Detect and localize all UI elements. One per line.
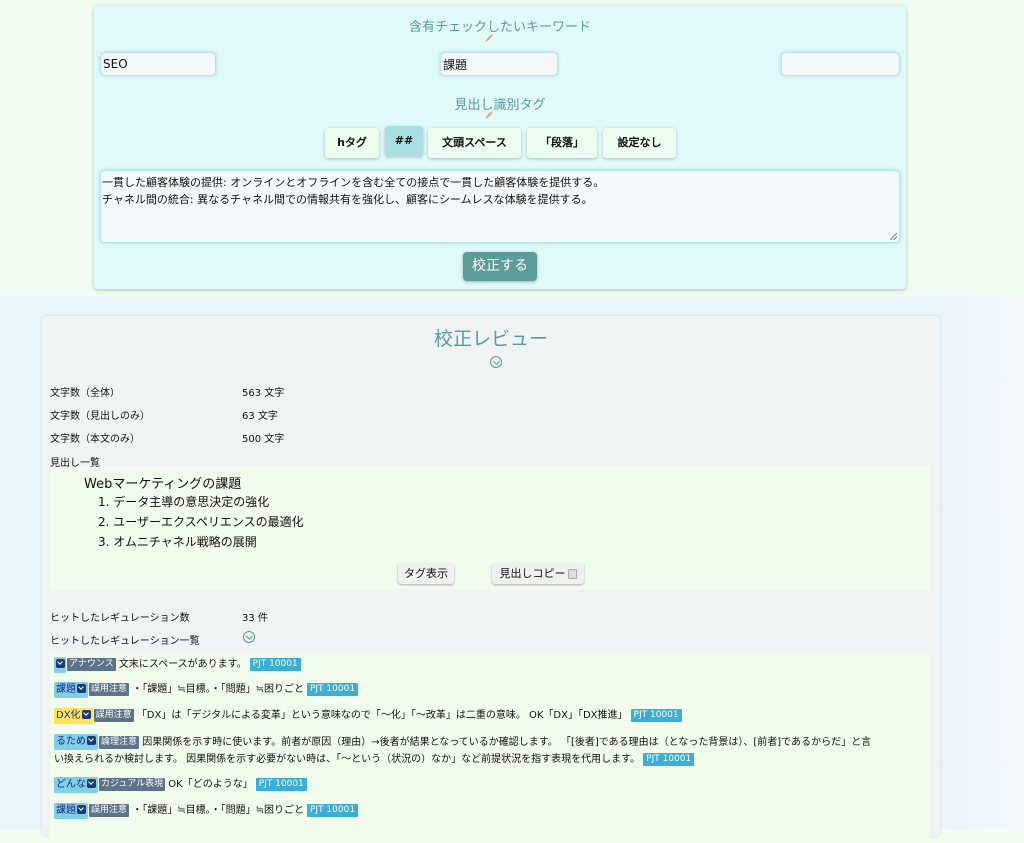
- regulation-message: ・「課題」≒目標。・「問題」≒困りごと: [132, 684, 304, 695]
- category-badge: カジュアル表現: [99, 778, 166, 791]
- heading-tag-title: 見出し識別タグ: [454, 98, 546, 113]
- word-dropdown[interactable]: [54, 657, 66, 673]
- word-dropdown[interactable]: 課題: [54, 803, 88, 819]
- hit-count-value: 33 件: [242, 613, 268, 624]
- category-badge: 論理注意: [99, 736, 140, 749]
- word-dropdown[interactable]: 課題: [54, 682, 88, 698]
- regulation-message: OK「どのような」: [168, 779, 253, 790]
- code-badge: PJT 10001: [306, 804, 359, 817]
- text-input-area[interactable]: 一貫した顧客体験の提供: オンラインとオフラインを含む全ての接点で一貫した顧客体…: [100, 170, 900, 243]
- regulation-message: 「DX」は「デジタルによる変革」という意味なので「〜化」「〜改革」は二重の意味。…: [136, 710, 628, 721]
- category-badge: アナウンス: [67, 658, 116, 671]
- keyword-input-2[interactable]: [440, 52, 558, 76]
- category-badge: 誤用注意: [89, 804, 130, 817]
- chevron-down-icon: [87, 736, 96, 745]
- copy-icon: [567, 569, 577, 579]
- copy-headings-button[interactable]: 見出しコピー: [492, 563, 584, 584]
- keyword-input-1[interactable]: [100, 52, 216, 76]
- review-title: 校正レビュー: [433, 328, 548, 350]
- stat-value-headings: 63 文字: [242, 411, 278, 422]
- heading-item: 1. データ主導の意思決定の強化: [98, 495, 270, 509]
- category-badge: 誤用注意: [93, 709, 134, 722]
- regulation-row: アナウンス 文末にスペースがあります。 PJT 10001: [54, 657, 301, 673]
- regulation-message-cont: い換えられるか検討します。 因果関係を示す必要がない時は、「〜という（状況の）な…: [54, 754, 641, 765]
- chevron-down-icon: [87, 779, 96, 788]
- review-panel: 校正レビュー 文字数（全体） 563 文字 文字数（見出しのみ） 63 文字 文…: [42, 316, 940, 843]
- leaf-icon: [485, 34, 493, 42]
- code-badge: PJT 10001: [630, 709, 682, 722]
- regulation-message: 文末にスペースがあります。: [118, 659, 247, 670]
- regulation-row: るため 論理注意 因果関係を示す時に使います。前者が原因（理由）→後者が結果となっ…: [54, 734, 926, 768]
- regulation-message: ・「課題」≒目標。・「問題」≒困りごと: [132, 805, 304, 816]
- proofread-button[interactable]: 校正する: [463, 252, 537, 281]
- matched-word: どんな: [56, 779, 86, 790]
- word-dropdown[interactable]: どんな: [54, 777, 98, 793]
- tag-option-h-tag[interactable]: hタグ: [325, 128, 379, 158]
- code-badge: PJT 10001: [643, 753, 695, 766]
- category-badge: 誤用注意: [89, 683, 130, 696]
- word-dropdown[interactable]: DX化: [54, 708, 93, 724]
- resize-handle[interactable]: [890, 233, 897, 240]
- regulation-row: どんな カジュアル表現 OK「どのような」 PJT 10001: [54, 777, 307, 793]
- keywords-title: 含有チェックしたいキーワード: [408, 20, 591, 35]
- regulation-row: 課題 誤用注意 ・「課題」≒目標。・「問題」≒困りごと PJT 10001: [54, 682, 359, 698]
- tag-display-button[interactable]: タグ表示: [398, 563, 454, 584]
- matched-word: るため: [56, 736, 86, 747]
- code-badge: PJT 10001: [249, 658, 301, 671]
- heading-main: Webマーケティングの課題: [84, 477, 242, 492]
- text-line: 一貫した顧客体験の提供: オンラインとオフラインを含む全ての接点で一貫した顧客体…: [102, 176, 605, 189]
- regulation-row: 課題 誤用注意 ・「課題」≒目標。・「問題」≒困りごと PJT 10001: [54, 803, 359, 819]
- chevron-down-icon: [81, 710, 91, 719]
- matched-word: 課題: [56, 684, 76, 695]
- regulation-list: アナウンス 文末にスペースがあります。 PJT 10001 課題 誤用注意 ・「課題…: [50, 653, 930, 843]
- lower-background-fade: [940, 296, 1024, 829]
- chevron-down-icon: [77, 805, 86, 814]
- tag-option-leading-space[interactable]: 文頭スペース: [428, 128, 521, 158]
- chevron-down-icon: [77, 684, 86, 693]
- chevron-down-icon[interactable]: [243, 631, 255, 643]
- code-badge: PJT 10001: [306, 683, 359, 696]
- matched-word: 課題: [56, 805, 76, 816]
- heading-item: 3. オムニチャネル戦略の展開: [98, 535, 257, 549]
- chevron-down-icon: [56, 659, 65, 668]
- regulation-message: 因果関係を示す時に使います。前者が原因（理由）→後者が結果となっているか確認しま…: [142, 737, 872, 748]
- tag-option-paragraph[interactable]: 「段落」: [527, 128, 597, 158]
- tag-option-hash[interactable]: ##: [385, 126, 423, 156]
- stat-label-headings: 文字数（見出しのみ）: [50, 411, 150, 422]
- keyword-input-3[interactable]: [781, 52, 900, 76]
- stat-label-body: 文字数（本文のみ）: [50, 434, 140, 445]
- stat-value-total: 563 文字: [242, 388, 285, 399]
- input-panel: 含有チェックしたいキーワード 見出し識別タグ hタグ ## 文頭スペース 「段落…: [94, 6, 906, 289]
- stat-label-total: 文字数（全体）: [50, 388, 120, 399]
- regulation-row: DX化 誤用注意 「DX」は「デジタルによる変革」という意味なので「〜化」「〜改革…: [54, 708, 682, 724]
- copy-headings-label: 見出しコピー: [499, 567, 566, 580]
- stat-value-body: 500 文字: [242, 434, 285, 445]
- matched-word: DX化: [56, 710, 81, 721]
- code-badge: PJT 10001: [255, 778, 307, 791]
- heading-item: 2. ユーザーエクスペリエンスの最適化: [98, 515, 304, 529]
- headings-list: Webマーケティングの課題 1. データ主導の意思決定の強化 2. ユーザーエク…: [50, 467, 930, 589]
- text-line: チャネル間の統合: 異なるチャネル間での情報共有を強化し、顧客にシームレスな体験…: [102, 193, 593, 206]
- hit-list-label: ヒットしたレギュレーション一覧: [50, 636, 200, 647]
- word-dropdown[interactable]: るため: [54, 734, 98, 750]
- hit-count-label: ヒットしたレギュレーション数: [50, 613, 190, 624]
- tag-option-none[interactable]: 設定なし: [603, 128, 676, 158]
- leaf-icon: [485, 111, 493, 119]
- chevron-down-icon[interactable]: [490, 356, 502, 368]
